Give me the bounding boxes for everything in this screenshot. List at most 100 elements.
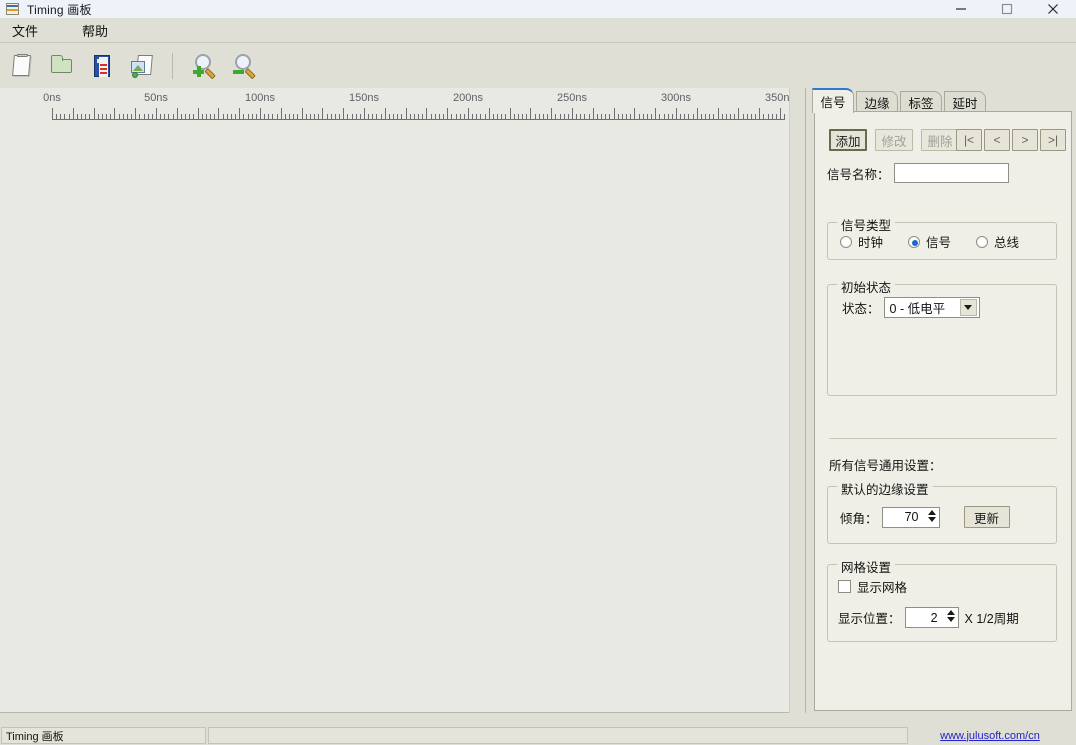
menu-file[interactable]: 文件 — [4, 19, 46, 42]
tab-edge[interactable]: 边缘 — [856, 91, 898, 112]
open-file-button[interactable] — [46, 49, 80, 83]
zoom-in-button[interactable] — [189, 49, 223, 83]
ruler-tick-major — [759, 108, 760, 120]
minimize-icon[interactable] — [938, 0, 984, 18]
modify-signal-label: 修改 — [881, 131, 906, 150]
update-button-label: 更新 — [974, 508, 999, 527]
delete-signal-label: 删除 — [927, 131, 952, 150]
ruler-tick-minor — [360, 114, 361, 120]
ruler-tick-minor — [127, 114, 128, 120]
ruler-tick-minor — [272, 114, 273, 120]
ruler-tick-major — [52, 108, 53, 120]
ruler-tick-major — [551, 108, 552, 120]
ruler-label: 250ns — [557, 92, 587, 104]
ruler-tick-major — [114, 108, 115, 120]
nav-first-button[interactable]: |< — [956, 129, 982, 151]
tab-delay[interactable]: 延时 — [944, 91, 986, 112]
ruler-tick-minor — [743, 114, 744, 120]
add-signal-button[interactable]: 添加 — [829, 129, 867, 151]
ruler-tick-major — [385, 108, 386, 120]
nav-last-button[interactable]: >| — [1040, 129, 1066, 151]
nav-first-label: |< — [964, 133, 974, 147]
nav-last-label: >| — [1048, 133, 1058, 147]
export-image-button[interactable] — [126, 49, 160, 83]
ruler-tick-minor — [622, 114, 623, 120]
ruler-tick-minor — [647, 114, 648, 120]
ruler-tick-minor — [372, 114, 373, 120]
nav-prev-button[interactable]: < — [984, 129, 1010, 151]
ruler-tick-minor — [476, 114, 477, 120]
signal-name-input[interactable] — [894, 163, 1009, 183]
show-grid-checkbox[interactable]: 显示网格 — [838, 577, 907, 596]
radio-bus[interactable]: 总线 — [976, 232, 1019, 251]
grid-position-row: 显示位置： 2 X 1/2周期 — [838, 607, 1019, 628]
ruler-tick-minor — [460, 114, 461, 120]
stepper-arrows-icon[interactable] — [928, 510, 936, 522]
website-link[interactable]: www.julusoft.com/cn — [940, 730, 1040, 742]
ruler-tick-minor — [768, 114, 769, 120]
radio-signal[interactable]: 信号 — [908, 232, 951, 251]
ruler-tick-minor — [306, 114, 307, 120]
status-link-cell[interactable]: www.julusoft.com/cn — [910, 727, 1070, 744]
ruler-tick-minor — [401, 114, 402, 120]
tab-signal[interactable]: 信号 — [812, 88, 854, 113]
initial-state-select[interactable]: 0 - 低电平 — [884, 297, 980, 318]
grid-position-value: 2 — [931, 611, 938, 625]
ruler-tick-minor — [539, 114, 540, 120]
export-image-icon — [129, 52, 157, 80]
radio-clock[interactable]: 时钟 — [840, 232, 883, 251]
ruler-tick-minor — [243, 114, 244, 120]
ruler-tick-minor — [368, 114, 369, 120]
add-signal-label: 添加 — [835, 131, 860, 150]
tab-edge-label: 边缘 — [864, 93, 889, 112]
ruler-tick-minor — [335, 114, 336, 120]
signal-name-row: 信号名称： — [827, 163, 1009, 183]
ruler-tick-minor — [589, 114, 590, 120]
nav-next-button[interactable]: > — [1012, 129, 1038, 151]
zoom-out-button[interactable] — [229, 49, 263, 83]
save-file-button[interactable] — [86, 49, 120, 83]
status-middle-cell — [208, 727, 908, 744]
chevron-down-icon[interactable] — [960, 299, 977, 316]
ruler-tick-minor — [497, 114, 498, 120]
ruler-tick-minor — [659, 114, 660, 120]
stepper-arrows-icon[interactable] — [947, 610, 955, 622]
maximize-icon[interactable] — [984, 0, 1030, 18]
ruler-tick-minor — [347, 114, 348, 120]
ruler-label: 50ns — [144, 92, 168, 104]
signal-navigation: |< < > >| — [956, 129, 1066, 151]
canvas-vertical-scrollbar[interactable] — [789, 88, 805, 713]
ruler-tick-minor — [356, 114, 357, 120]
ruler-tick-minor — [439, 114, 440, 120]
waveform-canvas[interactable]: 0ns50ns100ns150ns200ns250ns300ns350ns — [0, 88, 806, 713]
ruler-tick-minor — [297, 114, 298, 120]
ruler-tick-minor — [268, 114, 269, 120]
ruler-tick-minor — [181, 114, 182, 120]
ruler-tick-minor — [185, 114, 186, 120]
ruler-tick-minor — [389, 114, 390, 120]
new-document-button[interactable] — [6, 49, 40, 83]
ruler-tick-minor — [668, 114, 669, 120]
ruler-tick-minor — [256, 114, 257, 120]
slope-stepper[interactable]: 70 — [882, 507, 940, 528]
ruler-tick-minor — [772, 114, 773, 120]
ruler-tick-minor — [152, 114, 153, 120]
close-icon[interactable] — [1030, 0, 1076, 18]
ruler-tick-minor — [56, 114, 57, 120]
tab-label[interactable]: 标签 — [900, 91, 942, 112]
initial-state-title: 初始状态 — [837, 277, 895, 296]
update-button[interactable]: 更新 — [964, 506, 1010, 528]
menu-help[interactable]: 帮助 — [74, 19, 116, 42]
ruler-tick-minor — [206, 114, 207, 120]
tab-label-label: 标签 — [908, 93, 933, 112]
ruler-tick-minor — [464, 114, 465, 120]
ruler-tick-minor — [734, 114, 735, 120]
ruler-tick-minor — [248, 114, 249, 120]
grid-position-stepper[interactable]: 2 — [905, 607, 959, 628]
modify-signal-button[interactable]: 修改 — [875, 129, 913, 151]
side-panel: 信号 边缘 标签 延时 添加 修改 删除 — [812, 88, 1076, 713]
ruler-label: 0ns — [43, 92, 61, 104]
ruler-tick-minor — [618, 114, 619, 120]
ruler-tick-major — [468, 108, 469, 120]
delete-signal-button[interactable]: 删除 — [921, 129, 959, 151]
